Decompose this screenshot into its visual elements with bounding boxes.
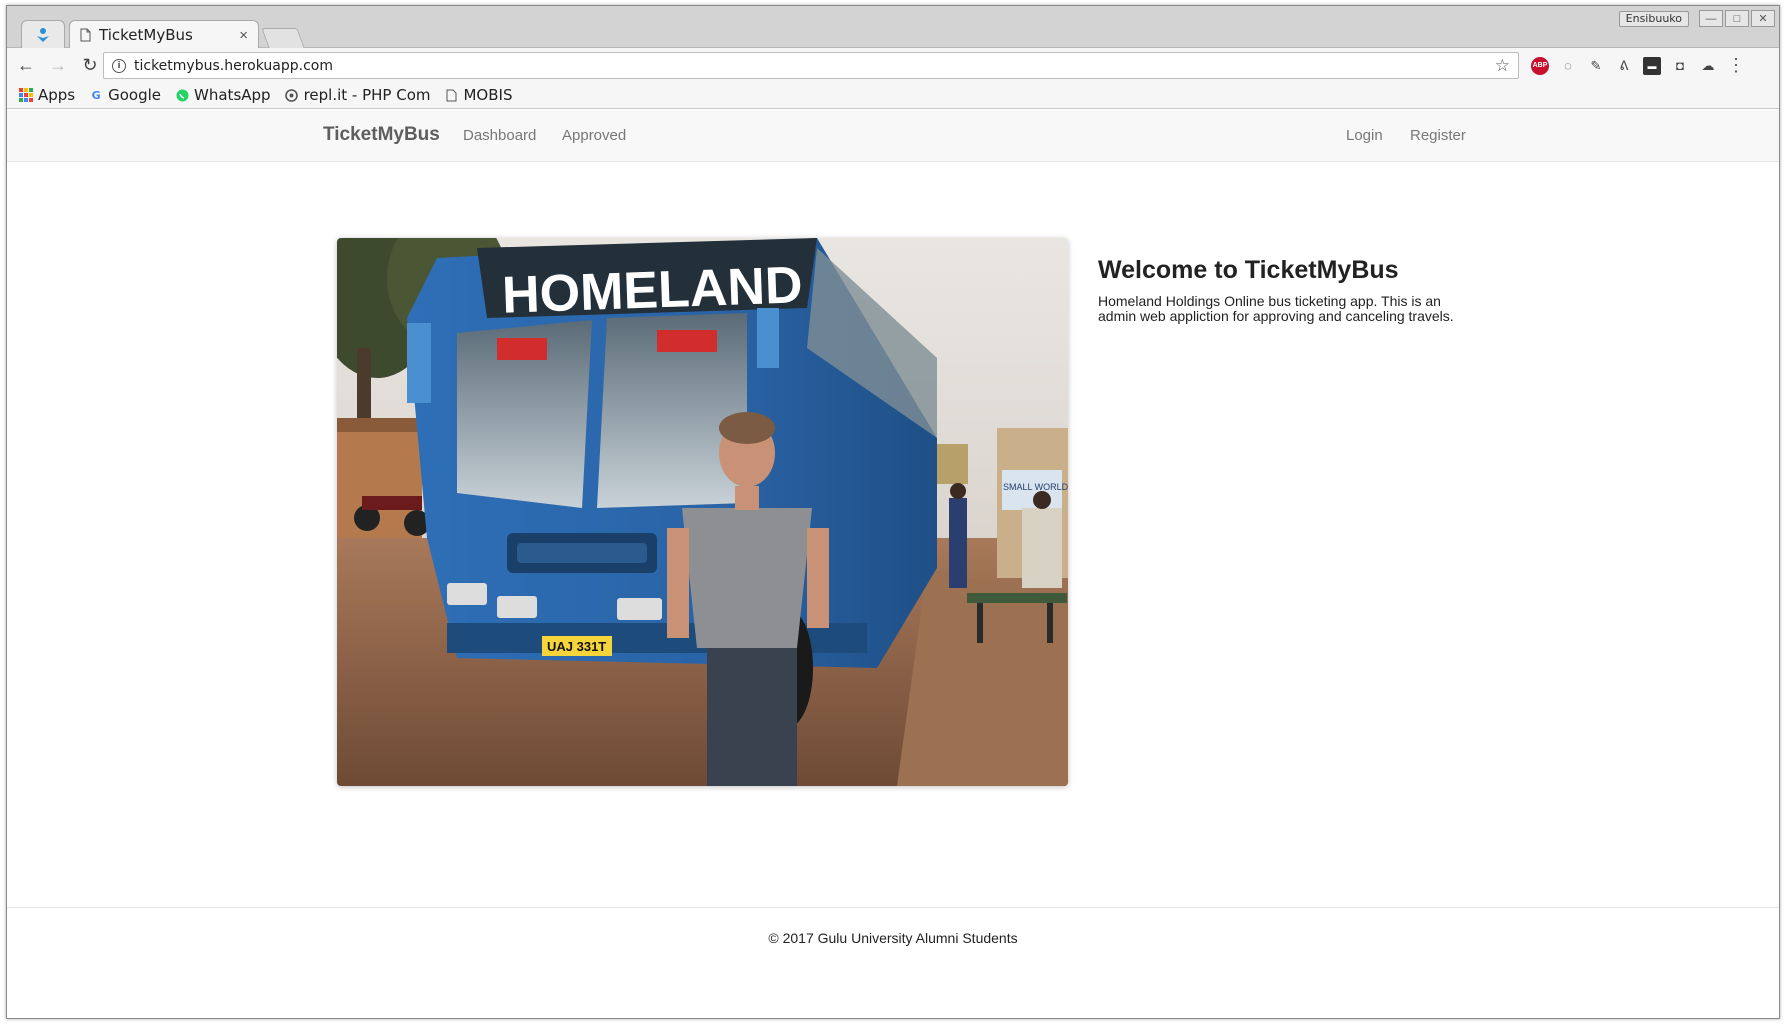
page-icon (444, 88, 458, 102)
back-button[interactable]: ← (13, 52, 39, 78)
apps-grid-icon (19, 88, 33, 102)
nav-dashboard[interactable]: Dashboard (463, 127, 536, 144)
reload-button[interactable]: ↻ (77, 52, 103, 78)
site-navbar: TicketMyBus Dashboard Approved Login Reg… (7, 110, 1779, 162)
info-icon[interactable]: i (112, 58, 126, 73)
bookmark-label: MOBIS (463, 86, 513, 104)
tab-close-icon[interactable]: × (239, 27, 248, 44)
url-text[interactable]: ticketmybus.herokuapp.com (134, 58, 1495, 74)
bookmark-google[interactable]: G Google (89, 86, 161, 104)
brand-link[interactable]: TicketMyBus (323, 124, 440, 146)
nav-login[interactable]: Login (1346, 127, 1383, 144)
close-window-button[interactable]: ✕ (1751, 10, 1775, 27)
shop-sign-text: SMALL WORLD RESTAURANT (1003, 482, 1068, 492)
window-controls: — □ ✕ (1699, 10, 1775, 27)
extension-cloud-icon[interactable]: ☁ (1699, 57, 1717, 75)
extension-shield-icon[interactable]: ◘ (1671, 57, 1689, 75)
bookmark-label: repl.it - PHP Com (303, 86, 431, 104)
nav-approved[interactable]: Approved (562, 127, 626, 144)
page-icon (80, 28, 91, 42)
address-bar[interactable]: i ticketmybus.herokuapp.com ☆ (103, 52, 1519, 79)
bookmark-label: Apps (38, 86, 76, 104)
bookmark-star-icon[interactable]: ☆ (1495, 56, 1510, 76)
pinned-tab-icon (37, 27, 49, 42)
tab-strip: TicketMyBus × Ensibuuko — □ ✕ (7, 6, 1779, 49)
extension-circle-icon[interactable]: ◌ (1559, 57, 1577, 75)
footer-divider (7, 907, 1779, 908)
plate-text: UAJ 331T (547, 639, 606, 654)
minimize-button[interactable]: — (1699, 10, 1723, 27)
nav-register[interactable]: Register (1410, 127, 1466, 144)
bookmark-whatsapp[interactable]: WhatsApp (175, 86, 271, 104)
maximize-button[interactable]: □ (1725, 10, 1749, 27)
browser-window: TicketMyBus × Ensibuuko — □ ✕ ← → ↻ i ti… (6, 5, 1780, 1019)
tab-title: TicketMyBus (99, 26, 193, 44)
bookmarks-bar: Apps G Google WhatsApp repl.it - PHP Com… (7, 82, 1779, 109)
bookmark-label: WhatsApp (194, 86, 271, 104)
new-tab-button[interactable] (261, 28, 305, 48)
profile-button[interactable]: Ensibuuko (1618, 11, 1689, 27)
browser-toolbar: ← → ↻ i ticketmybus.herokuapp.com ☆ ABP … (7, 48, 1779, 82)
web-page: TicketMyBus Dashboard Approved Login Reg… (7, 110, 1779, 1018)
bookmark-mobis[interactable]: MOBIS (444, 86, 512, 104)
bookmark-label: Google (108, 86, 162, 104)
bookmark-replit[interactable]: repl.it - PHP Com (285, 86, 431, 104)
browser-menu-icon[interactable]: ⋮ (1727, 55, 1745, 75)
welcome-title: Welcome to TicketMyBus (1098, 256, 1399, 284)
welcome-description: Homeland Holdings Online bus ticketing a… (1098, 293, 1454, 324)
bookmark-apps[interactable]: Apps (19, 86, 75, 104)
hero-image: HOMELAND UAJ 331T SMALL WORLD (337, 238, 1068, 786)
forward-button[interactable]: → (45, 52, 71, 78)
replit-icon (285, 88, 299, 102)
pinned-tab[interactable] (21, 20, 65, 48)
extensions-row: ABP ◌ ✎ ᕕ ▬ ◘ ☁ ⋮ (1531, 52, 1745, 79)
extension-dark-icon[interactable]: ▬ (1643, 56, 1661, 75)
adblock-icon[interactable]: ABP (1531, 56, 1549, 75)
footer-text: © 2017 Gulu University Alumni Students (768, 930, 1018, 946)
google-icon: G (91, 88, 101, 102)
whatsapp-icon (175, 88, 189, 102)
tab-ticketmybus[interactable]: TicketMyBus × (69, 20, 259, 49)
extension-figure-icon[interactable]: ᕕ (1615, 57, 1633, 75)
pencil-icon[interactable]: ✎ (1587, 57, 1605, 75)
